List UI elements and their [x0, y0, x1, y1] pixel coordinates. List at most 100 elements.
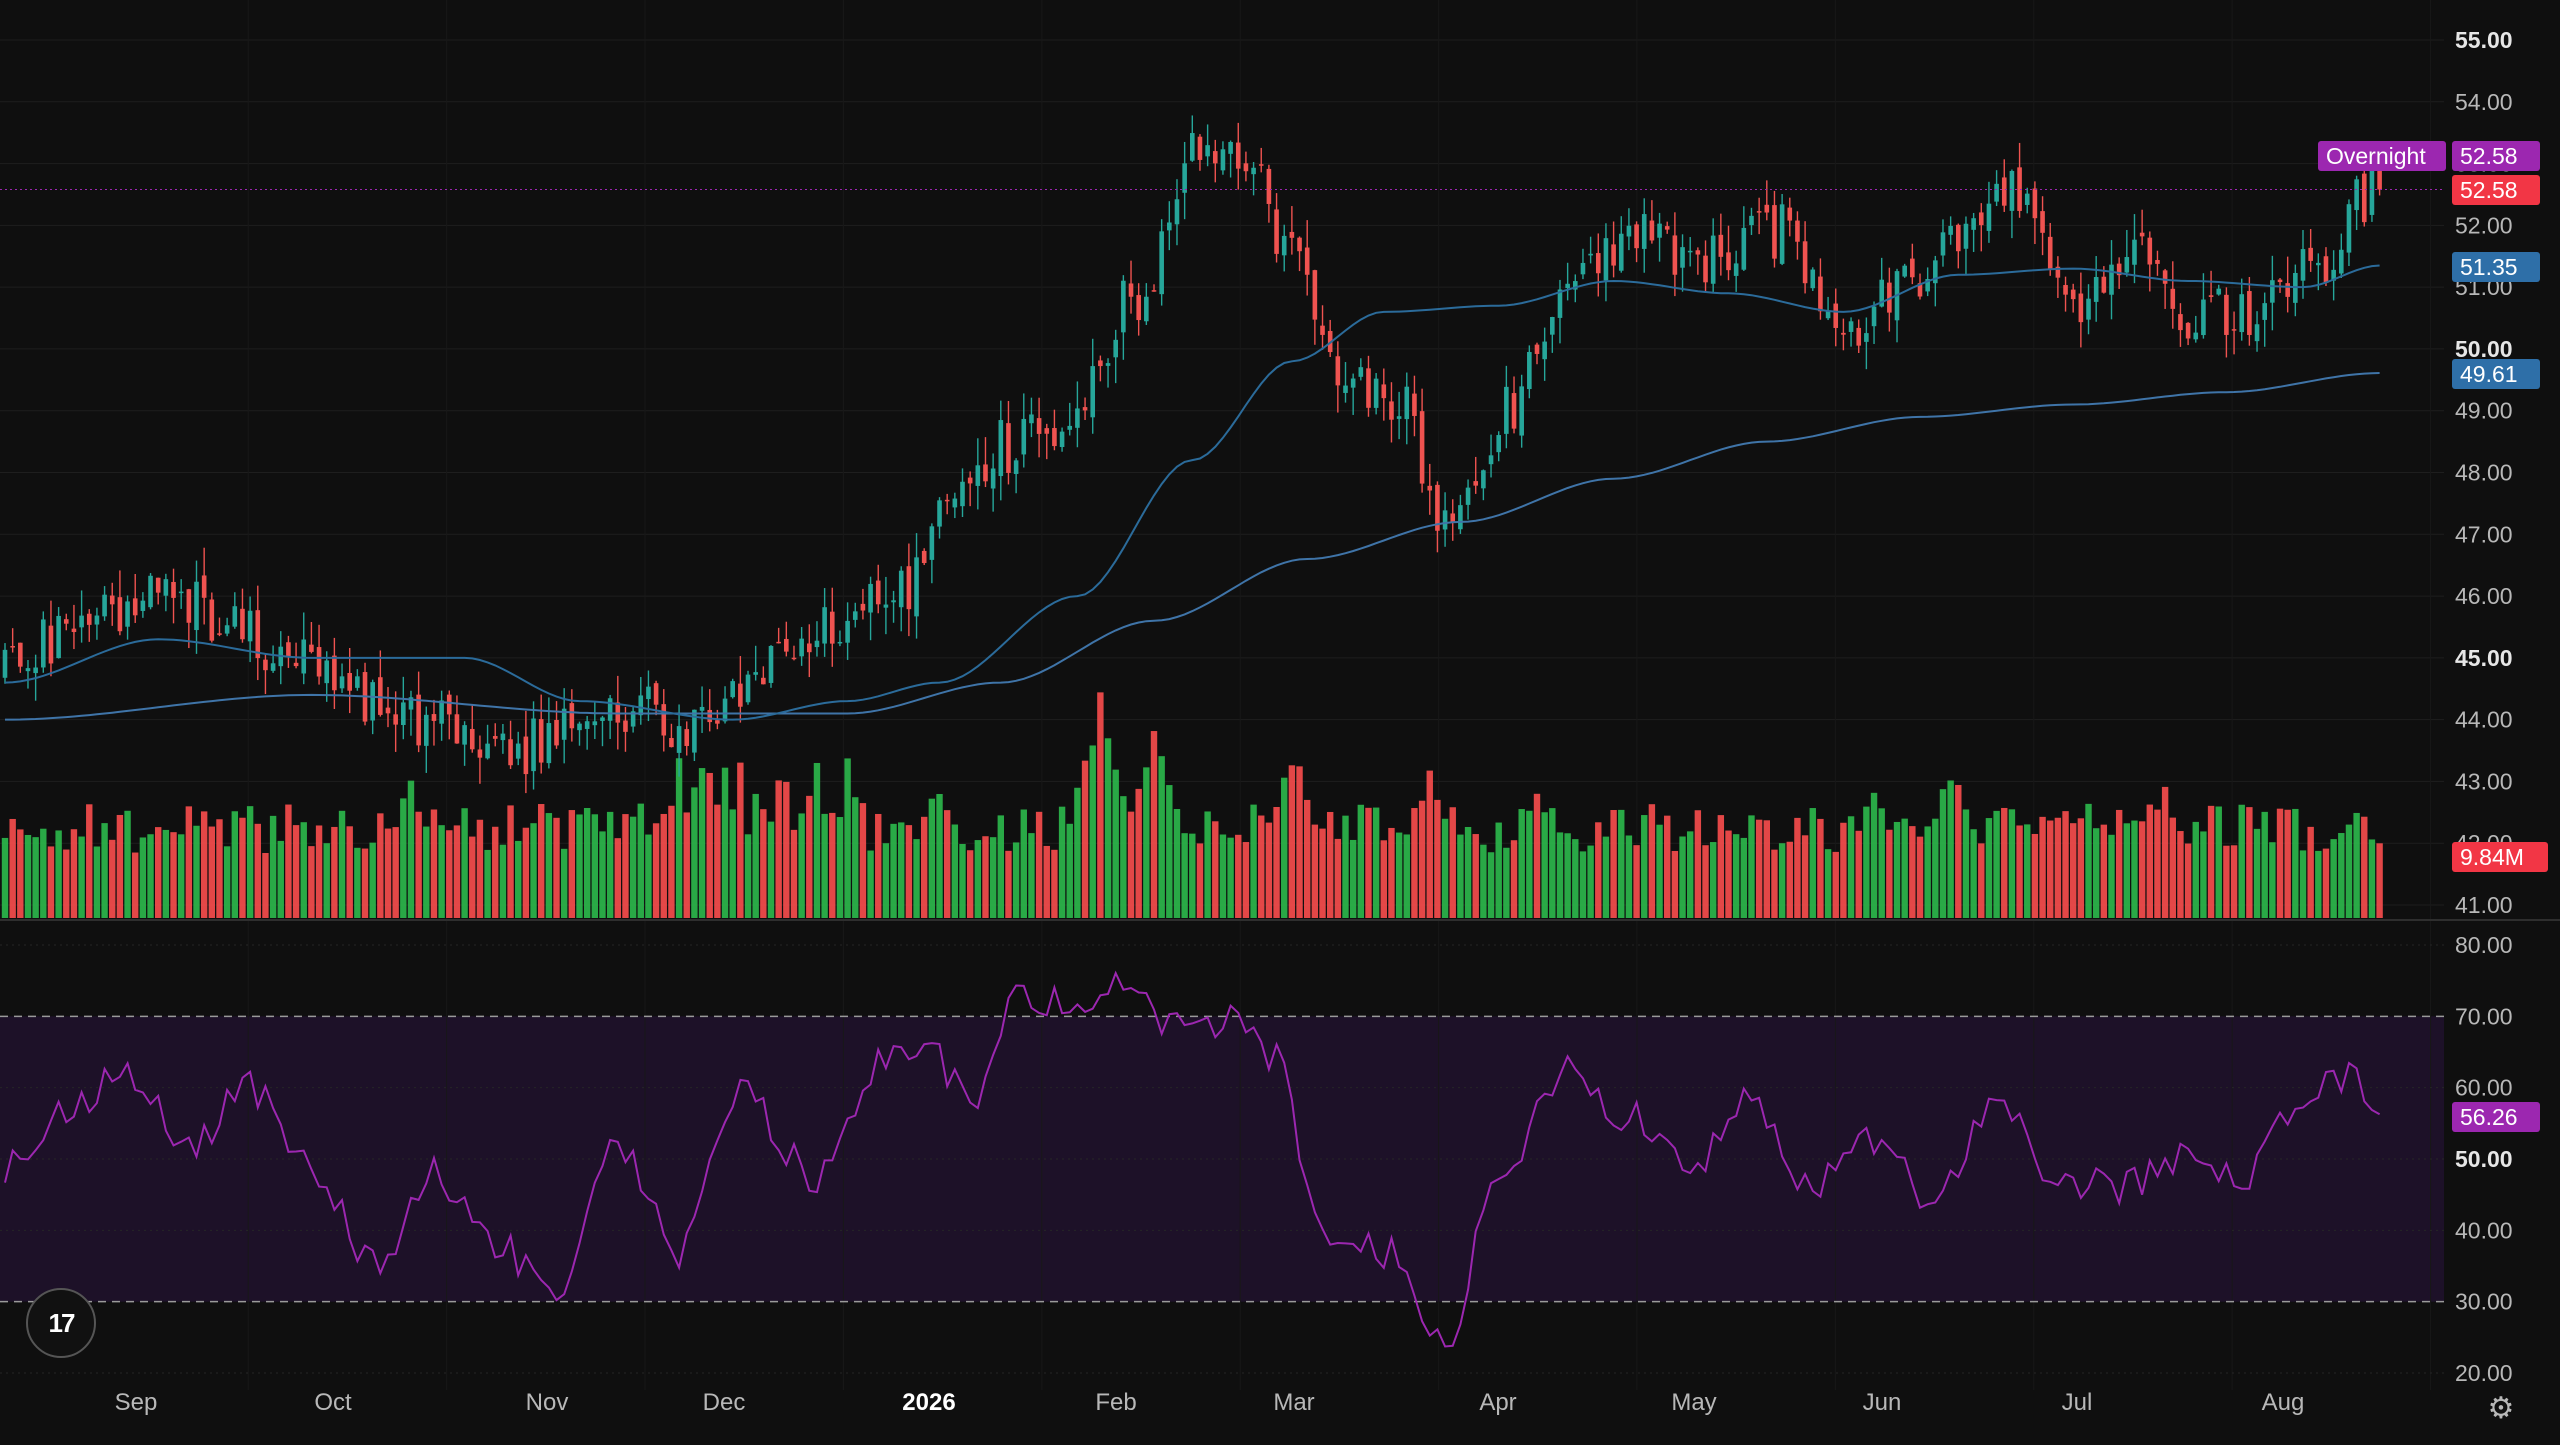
candle-body[interactable] [416, 694, 421, 746]
candle-body[interactable] [914, 557, 919, 617]
candle-body[interactable] [1488, 455, 1494, 465]
candle-body[interactable] [646, 686, 651, 700]
candle-body[interactable] [1197, 136, 1203, 160]
candle-body[interactable] [1350, 378, 1356, 388]
candle-body[interactable] [1289, 231, 1295, 238]
candle-body[interactable] [1075, 408, 1080, 428]
candle-body[interactable] [2346, 204, 2352, 253]
candle-body[interactable] [469, 728, 475, 750]
candle-body[interactable] [1029, 414, 1034, 424]
candle-body[interactable] [2101, 276, 2107, 293]
candle-body[interactable] [1373, 378, 1379, 408]
candle-body[interactable] [1013, 460, 1019, 474]
candle-body[interactable] [577, 723, 582, 731]
candle-body[interactable] [1098, 360, 1103, 367]
candle-body[interactable] [845, 620, 850, 643]
candle-body[interactable] [2193, 332, 2199, 340]
candle-body[interactable] [2093, 277, 2099, 302]
candle-body[interactable] [569, 703, 575, 729]
candle-body[interactable] [477, 749, 483, 758]
candle-body[interactable] [1634, 224, 1639, 249]
candle-body[interactable] [140, 600, 146, 611]
candle-body[interactable] [1473, 481, 1479, 486]
candle-body[interactable] [286, 642, 291, 657]
candle-body[interactable] [1611, 244, 1616, 266]
candle-body[interactable] [1281, 235, 1287, 256]
candle-body[interactable] [94, 615, 100, 625]
candle-body[interactable] [293, 662, 299, 667]
candle-body[interactable] [676, 726, 682, 753]
candle-body[interactable] [25, 668, 31, 672]
candle-body[interactable] [1948, 225, 1953, 235]
candle-body[interactable] [638, 695, 644, 716]
candle-body[interactable] [1366, 368, 1371, 408]
candle-body[interactable] [2254, 324, 2260, 342]
candle-body[interactable] [247, 610, 253, 642]
candle-body[interactable] [1864, 333, 1869, 342]
candle-body[interactable] [2086, 298, 2091, 320]
candle-body[interactable] [1902, 265, 1907, 277]
candle-body[interactable] [967, 477, 973, 484]
candle-body[interactable] [1848, 321, 1854, 332]
candle-body[interactable] [1052, 428, 1057, 447]
candle-body[interactable] [186, 589, 192, 623]
candle-body[interactable] [1105, 363, 1111, 366]
candle-body[interactable] [132, 598, 138, 616]
candle-body[interactable] [385, 707, 391, 714]
candle-body[interactable] [178, 591, 184, 594]
candle-body[interactable] [1159, 231, 1164, 295]
candle-body[interactable] [898, 570, 904, 608]
candle-body[interactable] [1764, 204, 1770, 213]
candle-body[interactable] [2300, 249, 2306, 281]
candle-body[interactable] [270, 663, 276, 671]
candle-body[interactable] [1511, 393, 1517, 429]
candle-body[interactable] [1266, 168, 1272, 204]
candle-body[interactable] [1258, 164, 1264, 166]
candle-body[interactable] [1772, 205, 1777, 259]
candle-body[interactable] [1205, 145, 1210, 157]
candle-body[interactable] [1565, 283, 1570, 289]
candle-body[interactable] [2139, 232, 2145, 237]
candle-body[interactable] [745, 674, 751, 703]
candle-body[interactable] [814, 640, 820, 648]
candle-body[interactable] [485, 743, 490, 759]
candle-body[interactable] [669, 738, 674, 748]
candle-body[interactable] [1412, 393, 1417, 416]
candle-body[interactable] [500, 733, 506, 741]
candle-body[interactable] [1519, 386, 1524, 436]
candle-body[interactable] [960, 481, 965, 507]
candle-body[interactable] [2354, 179, 2359, 211]
candle-body[interactable] [753, 672, 758, 675]
candle-body[interactable] [1978, 212, 1984, 226]
candle-body[interactable] [2078, 293, 2084, 323]
candle-body[interactable] [1963, 223, 1969, 249]
candle-body[interactable] [937, 500, 942, 527]
gear-icon[interactable]: ⚙ [2486, 1394, 2516, 1424]
candle-body[interactable] [1121, 280, 1126, 333]
candle-body[interactable] [117, 597, 123, 632]
candle-body[interactable] [18, 642, 23, 667]
candle-body[interactable] [1657, 223, 1662, 238]
candle-body[interactable] [822, 607, 827, 644]
candle-body[interactable] [1802, 241, 1808, 284]
candle-body[interactable] [1588, 253, 1593, 256]
candle-body[interactable] [316, 647, 322, 677]
candle-body[interactable] [1542, 341, 1547, 360]
candle-body[interactable] [1304, 247, 1310, 275]
candle-body[interactable] [1841, 332, 1846, 335]
candle-body[interactable] [584, 721, 590, 729]
candle-body[interactable] [784, 638, 789, 652]
candle-body[interactable] [2070, 289, 2076, 300]
candle-body[interactable] [125, 601, 130, 627]
candle-body[interactable] [1795, 220, 1800, 242]
candle-body[interactable] [2201, 299, 2206, 336]
candle-body[interactable] [2231, 329, 2237, 331]
candle-body[interactable] [2032, 188, 2038, 219]
candle-body[interactable] [324, 660, 330, 684]
candle-body[interactable] [1810, 269, 1816, 289]
candle-body[interactable] [332, 655, 337, 691]
candle-body[interactable] [1871, 306, 1877, 327]
candle-body[interactable] [1021, 418, 1027, 455]
candle-body[interactable] [1856, 327, 1862, 346]
candle-body[interactable] [1312, 270, 1318, 320]
